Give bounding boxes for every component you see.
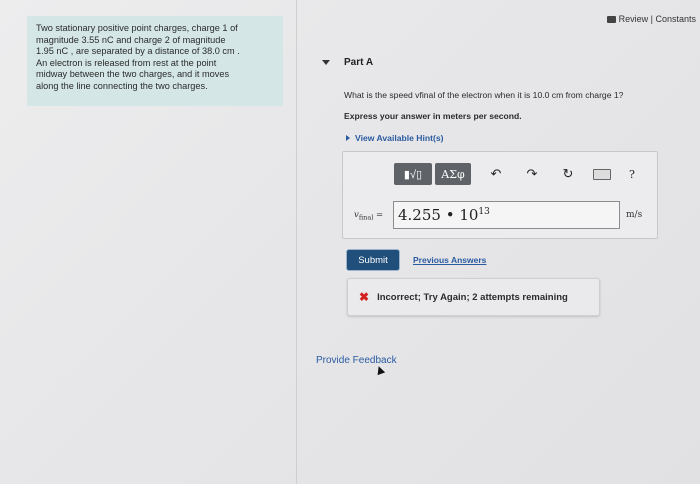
provide-feedback-link[interactable]: Provide Feedback — [316, 355, 397, 366]
question-text: What is the speed vfinal of the electron… — [344, 90, 624, 100]
problem-line: An electron is released from rest at the… — [36, 57, 217, 68]
review-constants-label: Review | Constants — [618, 14, 696, 24]
answer-mantissa: 4.255 • 10 — [398, 206, 479, 224]
feedback-text: Incorrect; Try Again; 2 attempts remaini… — [377, 291, 568, 303]
hint-label: View Available Hint(s) — [355, 133, 444, 143]
redo-icon[interactable]: ↷ — [521, 166, 543, 182]
review-constants-link[interactable]: Review | Constants — [606, 14, 696, 24]
undo-icon[interactable]: ↶ — [485, 166, 507, 182]
caret-down-icon[interactable] — [322, 60, 330, 65]
part-title: Part A — [344, 57, 374, 68]
equals-sign: = — [376, 210, 384, 220]
variable-subscript: final — [358, 213, 374, 222]
keyboard-icon[interactable] — [593, 168, 611, 180]
instruction-text: Express your answer in meters per second… — [344, 111, 522, 121]
reset-icon[interactable]: ↻ — [557, 166, 579, 182]
problem-statement: Two stationary positive point charges, c… — [27, 16, 283, 106]
answer-exponent: 13 — [478, 207, 490, 217]
problem-line: along the line connecting the two charge… — [36, 80, 208, 91]
problem-line: 1.95 nC , are separated by a distance of… — [36, 46, 240, 57]
templates-button[interactable]: ▮√▯ — [394, 163, 432, 185]
problem-line: magnitude 3.55 nC and charge 2 of magnit… — [36, 34, 226, 45]
math-toolbar: ▮√▯ ΑΣφ ↶ ↷ ↻ ? — [394, 163, 635, 185]
book-icon — [606, 15, 616, 23]
help-button[interactable]: ? — [629, 168, 635, 181]
part-header[interactable]: Part A — [322, 57, 373, 68]
problem-line: Two stationary positive point charges, c… — [36, 23, 238, 33]
answer-variable-label: vfinal = — [354, 210, 383, 222]
view-hints-link[interactable]: View Available Hint(s) — [346, 133, 444, 143]
feedback-message: ✖ Incorrect; Try Again; 2 attempts remai… — [347, 278, 600, 316]
answer-unit: m/s — [626, 210, 643, 220]
greek-symbols-button[interactable]: ΑΣφ — [435, 163, 471, 185]
triangle-right-icon — [346, 135, 350, 141]
previous-answers-link[interactable]: Previous Answers — [413, 255, 486, 265]
mouse-cursor-icon — [374, 364, 386, 376]
error-x-icon: ✖ — [359, 290, 370, 304]
problem-line: midway between the two charges, and it m… — [36, 69, 230, 80]
answer-input[interactable]: 4.255 • 1013 — [393, 201, 620, 229]
submit-button[interactable]: Submit — [347, 250, 399, 270]
